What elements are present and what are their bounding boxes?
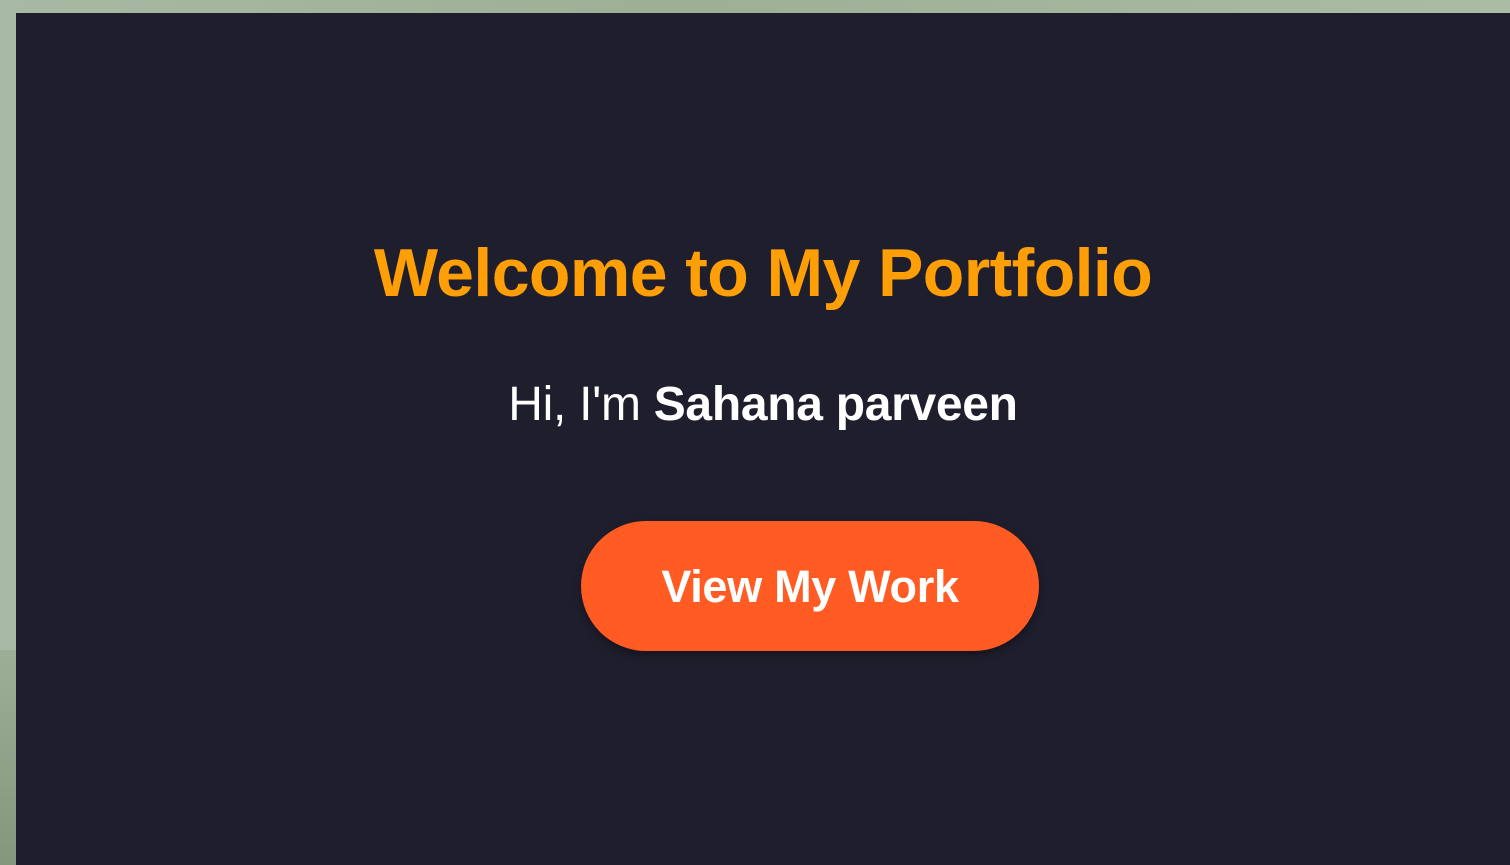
intro-prefix: Hi, I'm (508, 378, 641, 431)
hero-introduction: Hi, I'm Sahana parveen (16, 377, 1510, 433)
portfolio-owner-name: Sahana parveen (653, 378, 1018, 431)
hero-section: Welcome to My Portfolio Hi, I'm Sahana p… (16, 13, 1510, 865)
view-my-work-button[interactable]: View My Work (581, 521, 1039, 651)
hero-title: Welcome to My Portfolio (373, 235, 1153, 311)
